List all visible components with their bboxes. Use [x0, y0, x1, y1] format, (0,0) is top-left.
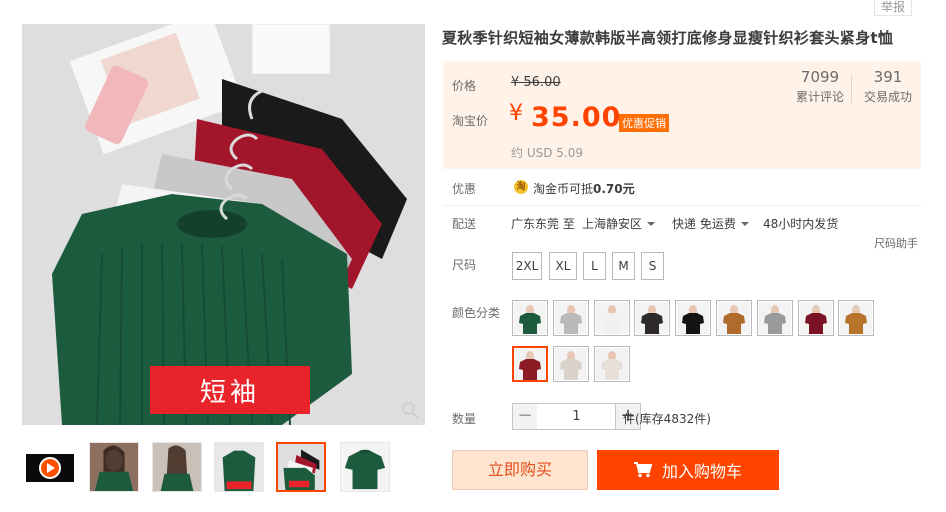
stat-divider	[851, 75, 852, 103]
thumbnail-4[interactable]	[276, 442, 326, 492]
color-swatch[interactable]	[756, 300, 793, 336]
promo-tag[interactable]: 优惠促销	[619, 114, 669, 132]
swatch-image	[758, 302, 791, 334]
reviews-label: 累计评论	[795, 90, 844, 104]
color-swatch[interactable]	[552, 300, 589, 336]
quantity-input[interactable]: 1	[537, 403, 616, 430]
reviews-stat[interactable]: 7099 累计评论	[795, 68, 845, 105]
swatch-image	[636, 302, 669, 334]
stock-info: 件(库存4832件)	[623, 412, 711, 426]
shipping-row: 配送 广东东莞 至 上海静安区 快递 免运费 48小时内发货	[443, 215, 921, 233]
size-option-2xl[interactable]: 2XL	[512, 252, 542, 280]
sleeve-badge: 短袖	[150, 366, 310, 414]
size-option-m[interactable]: M	[612, 252, 635, 280]
color-swatch[interactable]	[838, 300, 875, 336]
chevron-down-icon	[647, 222, 656, 226]
swatch-image	[799, 302, 832, 334]
discount-row: 优惠 淘 淘金币可抵0.70元	[443, 180, 921, 198]
main-product-image[interactable]: 短袖	[22, 24, 425, 425]
swatch-image	[554, 302, 587, 334]
ship-method-select[interactable]: 快递 免运费	[672, 215, 749, 232]
sales-label: 交易成功	[863, 90, 912, 104]
cart-icon	[633, 462, 652, 478]
size-option-s[interactable]: S	[641, 252, 664, 280]
play-icon	[39, 457, 61, 479]
color-swatch[interactable]	[675, 300, 712, 336]
dispatch-time: 48小时内发货	[763, 217, 839, 231]
chevron-down-icon	[740, 222, 749, 226]
discount-prefix: 淘金币可抵	[533, 182, 594, 196]
taojinbi-coin-icon: 淘	[514, 180, 528, 194]
color-swatch[interactable]	[512, 346, 548, 382]
add-to-cart-button[interactable]: 加入购物车	[597, 450, 779, 490]
color-swatch[interactable]	[797, 300, 834, 336]
size-option-l[interactable]: L	[583, 252, 606, 280]
discount-amount: 0.70元	[593, 182, 635, 196]
add-to-cart-label: 加入购物车	[661, 462, 742, 481]
price-label: 价格	[452, 79, 477, 93]
swatch-image	[514, 302, 546, 334]
quantity-decrease-button[interactable]: −	[512, 403, 538, 430]
color-swatch[interactable]	[593, 346, 630, 382]
quantity-label: 数量	[452, 412, 477, 426]
ship-from: 广东东莞 至	[511, 217, 575, 231]
buy-now-button[interactable]: 立即购买	[452, 450, 588, 490]
discount-label: 优惠	[452, 182, 477, 196]
swatch-image	[677, 302, 710, 334]
discount-text: 淘金币可抵0.70元	[533, 180, 635, 197]
size-label: 尺码	[452, 258, 477, 272]
swatch-image	[554, 348, 587, 380]
price-amount: 35.00	[531, 102, 622, 133]
divider	[443, 205, 921, 206]
thumbnail-5[interactable]	[340, 442, 390, 492]
original-price: ¥ 56.00	[511, 75, 561, 90]
size-helper-link[interactable]: 尺码助手	[874, 235, 918, 251]
ship-method-text: 快递 免运费	[672, 217, 736, 231]
reviews-count: 7099	[800, 68, 840, 86]
thumbnail-1[interactable]	[89, 442, 139, 492]
color-swatch[interactable]	[552, 346, 589, 382]
video-thumbnail[interactable]	[26, 454, 74, 482]
price-currency: ¥	[509, 101, 523, 126]
zoom-icon[interactable]	[401, 401, 419, 419]
sweater-photo	[22, 24, 425, 425]
size-option-xl[interactable]: XL	[549, 252, 577, 280]
shipping-label: 配送	[452, 217, 477, 231]
ship-to-select[interactable]: 上海静安区	[582, 215, 656, 232]
color-swatch[interactable]	[634, 300, 671, 336]
swatch-image	[840, 302, 873, 334]
swatch-image	[718, 302, 750, 334]
color-label: 颜色分类	[452, 306, 501, 320]
color-swatch[interactable]	[716, 300, 752, 336]
thumbnail-strip	[22, 440, 425, 496]
ship-to-text: 上海静安区	[582, 217, 643, 231]
sales-count: 391	[873, 68, 903, 86]
swatch-image	[595, 302, 628, 334]
sales-stat: 391 交易成功	[861, 68, 915, 105]
color-swatch[interactable]	[593, 300, 630, 336]
usd-price: 约 USD 5.09	[511, 146, 583, 160]
taobao-price-label: 淘宝价	[452, 114, 489, 128]
product-title: 夏秋季针织短袖女薄款韩版半高领打底修身显瘦针织衫套头紧身t恤	[442, 29, 894, 47]
report-link[interactable]: 举报	[873, 0, 912, 16]
thumbnail-2[interactable]	[152, 442, 202, 492]
thumbnail-3[interactable]	[214, 442, 264, 492]
swatch-image	[514, 348, 546, 380]
price-panel: 价格 ¥ 56.00 淘宝价 ¥ 35.00 优惠促销 约 USD 5.09 7…	[443, 61, 921, 169]
swatch-image	[595, 348, 628, 380]
product-detail-page: 短袖 举报 夏秋季针织短袖女薄款韩版半高领打底修身显瘦针织衫套头紧身t恤 价格 …	[0, 0, 946, 512]
color-swatch[interactable]	[512, 300, 548, 336]
